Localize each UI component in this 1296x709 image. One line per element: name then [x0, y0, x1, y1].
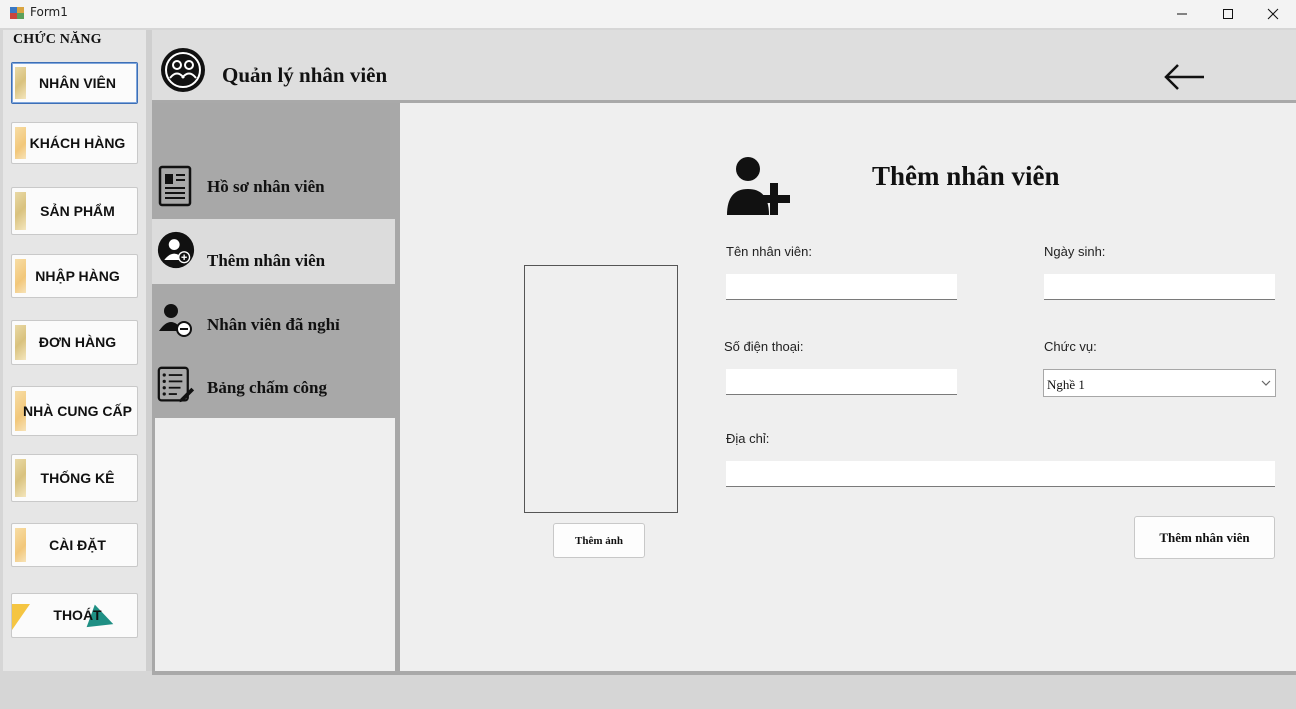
dob-field[interactable]	[1044, 274, 1275, 300]
nav-orders-button[interactable]: ĐƠN HÀNG	[11, 320, 138, 365]
add-employee-submit-button[interactable]: Thêm nhân viên	[1134, 516, 1275, 559]
nav-customers-label: KHÁCH HÀNG	[29, 134, 126, 151]
nav-statistics-label: THỐNG KÊ	[40, 469, 115, 486]
app-icon	[10, 7, 24, 19]
employee-submenu: Hồ sơ nhân viên Thêm nhân viên Nhân viên…	[152, 103, 400, 671]
submenu-employee-profiles[interactable]: Hồ sơ nhân viên	[152, 155, 400, 217]
employee-name-label: Tên nhân viên:	[726, 244, 813, 259]
nav-settings-button[interactable]: CÀI ĐẶT	[11, 523, 138, 567]
window-title: Form1	[30, 5, 68, 19]
add-photo-button[interactable]: Thêm ảnh	[553, 523, 645, 558]
submenu-add-employee[interactable]: Thêm nhân viên	[152, 219, 395, 284]
employee-photo-box[interactable]	[524, 265, 678, 513]
position-select[interactable]: Nghề 1	[1043, 369, 1276, 397]
nav-statistics-button[interactable]: THỐNG KÊ	[11, 454, 138, 502]
remove-user-icon	[159, 304, 192, 337]
nav-exit-button[interactable]: THOÁT	[11, 593, 138, 638]
maximize-button[interactable]	[1205, 0, 1251, 28]
maximize-icon	[1223, 9, 1233, 19]
nav-products-button[interactable]: SẢN PHẨM	[11, 187, 138, 235]
back-arrow-icon[interactable]	[1164, 63, 1206, 91]
employee-name-field[interactable]	[726, 274, 957, 300]
nav-suppliers-button[interactable]: NHÀ CUNG CẤP	[11, 386, 138, 436]
close-button[interactable]	[1250, 0, 1296, 28]
minimize-icon	[1177, 13, 1187, 15]
add-employee-form: Thêm ảnh Thêm nhân viên Tên nhân viên: N…	[400, 103, 1296, 671]
nav-employees-label: NHÂN VIÊN	[38, 74, 116, 91]
function-panel: CHỨC NĂNG NHÂN VIÊN KHÁCH HÀNG SẢN PHẨM …	[3, 30, 146, 671]
nav-employees-button[interactable]: NHÂN VIÊN	[11, 62, 138, 104]
chevron-down-icon	[1261, 380, 1271, 386]
nav-imports-button[interactable]: NHẬP HÀNG	[11, 254, 138, 298]
nav-exit-label: THOÁT	[53, 607, 102, 623]
nav-imports-label: NHẬP HÀNG	[35, 267, 120, 284]
add-user-icon	[727, 157, 790, 215]
window-title-bar: Form1	[0, 0, 1296, 28]
page-title: Quản lý nhân viên	[222, 63, 388, 87]
dob-label: Ngày sinh:	[1044, 244, 1106, 259]
close-icon	[1267, 8, 1279, 20]
position-label: Chức vụ:	[1044, 339, 1097, 354]
checklist-icon	[157, 366, 195, 403]
nav-settings-label: CÀI ĐẶT	[49, 536, 106, 553]
phone-label: Số điện thoại:	[724, 339, 804, 354]
nav-products-label: SẢN PHẨM	[40, 202, 115, 219]
phone-field[interactable]	[726, 369, 957, 395]
submenu-timesheet[interactable]: Bảng chấm công	[152, 354, 400, 416]
add-user-circle-icon	[157, 231, 195, 269]
function-panel-title: CHỨC NĂNG	[13, 32, 102, 47]
document-icon	[158, 165, 192, 207]
nav-orders-label: ĐƠN HÀNG	[38, 334, 117, 350]
address-label: Địa chỉ:	[726, 431, 770, 446]
minimize-button[interactable]	[1159, 0, 1205, 28]
users-group-icon	[161, 48, 205, 92]
form-title: Thêm nhân viên	[872, 161, 1060, 191]
address-field[interactable]	[726, 461, 1275, 487]
submenu-resigned-employees[interactable]: Nhân viên đã nghỉ	[152, 291, 400, 353]
nav-customers-button[interactable]: KHÁCH HÀNG	[11, 122, 138, 164]
position-select-value: Nghề 1	[1047, 377, 1085, 392]
nav-suppliers-label: NHÀ CUNG CẤP	[23, 402, 132, 419]
page-header: Quản lý nhân viên	[152, 30, 1296, 100]
